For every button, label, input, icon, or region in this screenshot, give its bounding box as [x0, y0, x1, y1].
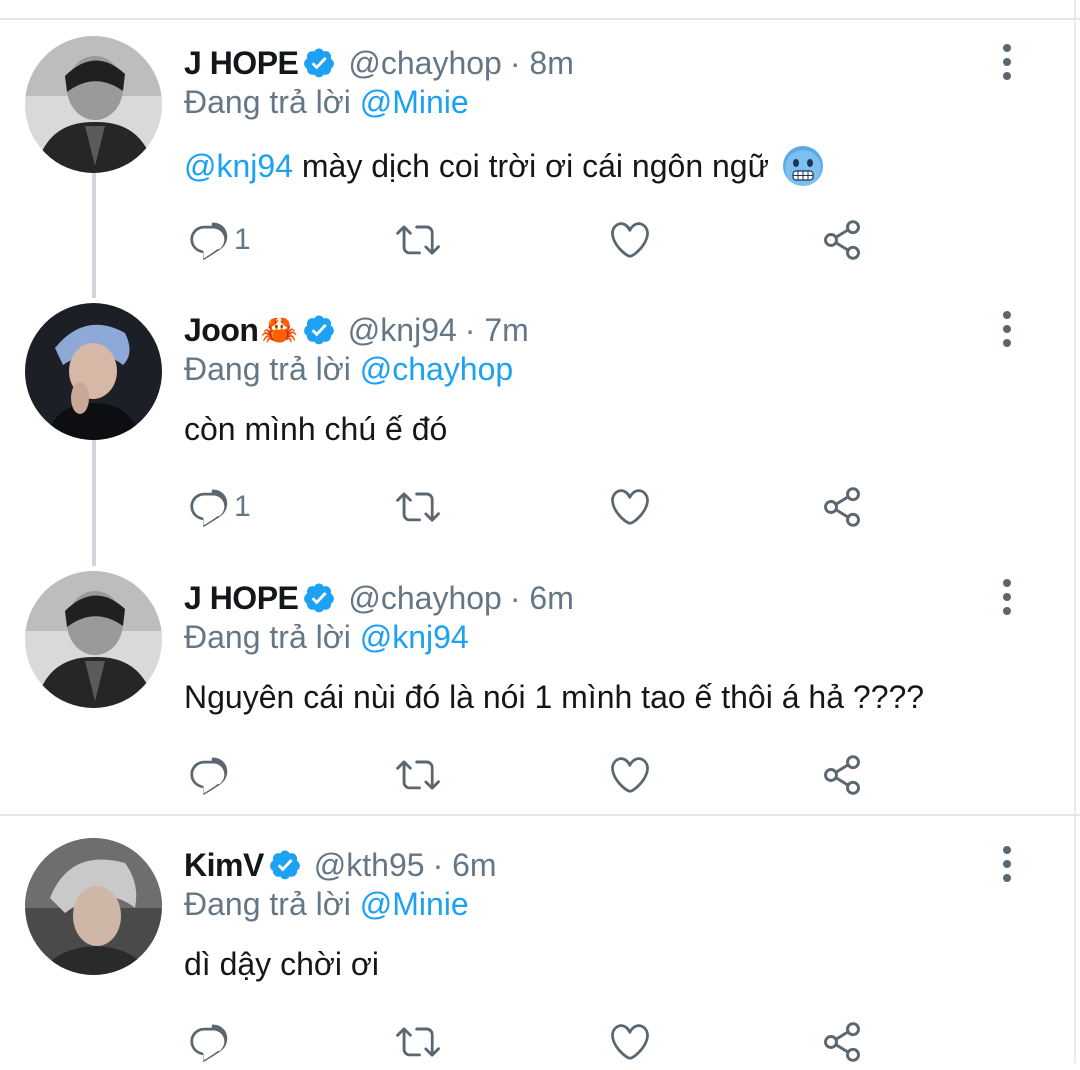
tweet-text: dì dậy chời ơi — [184, 946, 379, 983]
reply-button[interactable] — [186, 1014, 230, 1070]
more-options-icon[interactable] — [994, 311, 1020, 355]
tweet-text: còn mình chú ế đó — [184, 411, 447, 448]
tweet[interactable]: KimV @kth95 · 6m Đang trả lời @Minie dì … — [0, 838, 1074, 1063]
replying-to-mention[interactable]: @Minie — [360, 84, 469, 120]
heart-icon — [608, 485, 652, 529]
display-name[interactable]: J HOPE — [184, 45, 299, 82]
more-options-icon[interactable] — [994, 44, 1020, 88]
reply-icon — [186, 218, 230, 262]
avatar[interactable] — [25, 838, 162, 975]
tweet-mention[interactable]: @knj94 — [184, 148, 293, 185]
tweet-body-text: Nguyên cái nùi đó là nói 1 mình tao ế th… — [184, 679, 925, 715]
reply-icon — [186, 1020, 230, 1064]
tweet-time: · 6m — [432, 846, 497, 883]
share-icon — [820, 218, 864, 262]
reply-button[interactable]: 1 — [186, 212, 251, 268]
tweet-body-text: còn mình chú ế đó — [184, 411, 448, 447]
reply-icon — [186, 485, 230, 529]
replying-to-label: Đang trả lời — [184, 84, 351, 120]
tweet-actions — [0, 747, 1074, 803]
retweet-button[interactable] — [396, 747, 440, 803]
user-handle[interactable]: @kth95 — [314, 847, 425, 884]
tweet-actions — [0, 1014, 1074, 1070]
replying-to-label: Đang trả lời — [184, 351, 351, 387]
more-options-icon[interactable] — [994, 846, 1020, 890]
tweet-body-text: mày dịch coi trời ơi cái ngôn ngữ — [292, 147, 770, 184]
user-handle[interactable]: @chayhop — [348, 45, 501, 82]
crab-emoji: 🦀 — [260, 313, 298, 347]
tweet-header: KimV @kth95 · 6m — [184, 840, 497, 890]
tweet-body-text: dì dậy chời ơi — [184, 946, 379, 982]
replying-to: Đang trả lời @chayhop — [184, 351, 513, 388]
verified-badge-icon — [302, 313, 336, 347]
display-name[interactable]: Joon — [184, 312, 259, 349]
tweet-actions: 1 — [0, 212, 1074, 268]
tweet-time: · 7m — [464, 311, 529, 348]
verified-badge-icon — [268, 848, 302, 882]
replying-to-mention[interactable]: @chayhop — [360, 351, 513, 387]
share-button[interactable] — [820, 479, 864, 535]
more-options-icon[interactable] — [994, 579, 1020, 623]
tweet-divider — [0, 814, 1080, 816]
retweet-icon — [396, 218, 440, 262]
heart-icon — [608, 218, 652, 262]
retweet-button[interactable] — [396, 479, 440, 535]
display-name[interactable]: J HOPE — [184, 580, 299, 617]
heart-icon — [608, 753, 652, 797]
replying-to-mention[interactable]: @Minie — [360, 886, 469, 922]
tweet-actions: 1 — [0, 479, 1074, 535]
retweet-icon — [396, 753, 440, 797]
replying-to-mention[interactable]: @knj94 — [360, 619, 469, 655]
user-handle[interactable]: @knj94 — [348, 312, 457, 349]
retweet-button[interactable] — [396, 212, 440, 268]
avatar[interactable] — [25, 303, 162, 440]
heart-icon — [608, 1020, 652, 1064]
cold-face-emoji-icon — [783, 146, 824, 186]
replying-to-label: Đang trả lời — [184, 886, 351, 922]
replying-to-label: Đang trả lời — [184, 619, 351, 655]
tweet[interactable]: J HOPE @chayhop · 6m Đang trả lời @knj94… — [0, 571, 1074, 801]
verified-badge-icon — [302, 46, 336, 80]
top-divider — [0, 18, 1080, 20]
like-button[interactable] — [608, 1014, 652, 1070]
tweet-time: · 6m — [509, 579, 574, 616]
replying-to: Đang trả lời @Minie — [184, 886, 469, 923]
like-button[interactable] — [608, 212, 652, 268]
retweet-button[interactable] — [396, 1014, 440, 1070]
tweet-text: @knj94 mày dịch coi trời ơi cái ngôn ngữ — [184, 144, 825, 188]
share-button[interactable] — [820, 1014, 864, 1070]
user-handle[interactable]: @chayhop — [348, 580, 501, 617]
reply-count: 1 — [234, 490, 251, 523]
share-button[interactable] — [820, 747, 864, 803]
avatar[interactable] — [25, 36, 162, 173]
verified-badge-icon — [302, 581, 336, 615]
tweet-time: · 8m — [509, 44, 574, 81]
reply-count: 1 — [234, 223, 251, 256]
reply-button[interactable] — [186, 747, 230, 803]
reply-button[interactable]: 1 — [186, 479, 251, 535]
tweet-header: J HOPE @chayhop · 8m — [184, 38, 574, 88]
display-name[interactable]: KimV — [184, 847, 264, 884]
right-edge-divider — [1074, 0, 1076, 1063]
replying-to: Đang trả lời @Minie — [184, 84, 469, 121]
tweet[interactable]: Joon 🦀 @knj94 · 7m Đang trả lời @chayhop… — [0, 303, 1074, 533]
tweet-header: J HOPE @chayhop · 6m — [184, 573, 574, 623]
avatar[interactable] — [25, 571, 162, 708]
share-icon — [820, 1020, 864, 1064]
tweet-header: Joon 🦀 @knj94 · 7m — [184, 305, 529, 355]
like-button[interactable] — [608, 479, 652, 535]
like-button[interactable] — [608, 747, 652, 803]
reply-icon — [186, 753, 230, 797]
share-icon — [820, 753, 864, 797]
retweet-icon — [396, 1020, 440, 1064]
retweet-icon — [396, 485, 440, 529]
replying-to: Đang trả lời @knj94 — [184, 619, 469, 656]
tweet-text: Nguyên cái nùi đó là nói 1 mình tao ế th… — [184, 679, 924, 716]
share-icon — [820, 485, 864, 529]
share-button[interactable] — [820, 212, 864, 268]
tweet[interactable]: J HOPE @chayhop · 8m Đang trả lời @Minie… — [0, 36, 1074, 266]
